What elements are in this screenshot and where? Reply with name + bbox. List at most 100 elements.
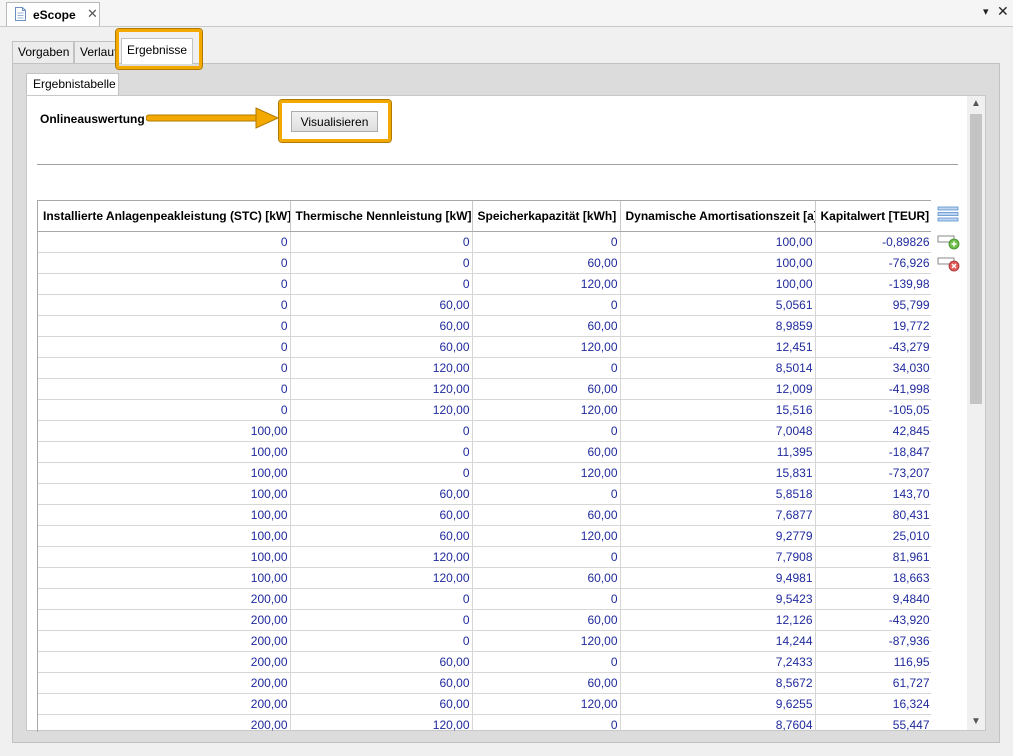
table-cell[interactable]: 7,6877 <box>620 504 816 526</box>
table-cell[interactable]: 100,00 <box>38 504 291 526</box>
table-row[interactable]: 200,00 60,00 60,00 8,5672 61,727 <box>38 672 931 694</box>
table-cell[interactable]: 42,845 <box>815 420 931 442</box>
table-cell[interactable]: 0 <box>472 294 621 316</box>
add-row-icon[interactable] <box>937 234 961 250</box>
table-cell[interactable]: 120,00 <box>472 630 621 652</box>
table-cell[interactable]: 0 <box>472 651 621 673</box>
table-cell[interactable]: 34,030 <box>815 357 931 379</box>
table-cell[interactable]: 100,00 <box>620 252 816 274</box>
table-cell[interactable]: 14,244 <box>620 630 816 652</box>
table-cell[interactable]: 120,00 <box>290 714 473 732</box>
table-cell[interactable]: 100,00 <box>38 525 291 547</box>
table-cell[interactable]: 60,00 <box>472 378 621 400</box>
table-cell[interactable]: 200,00 <box>38 630 291 652</box>
table-row[interactable]: 100,00 120,00 0 7,7908 81,961 <box>38 546 931 568</box>
column-toggle-icon[interactable] <box>937 206 959 222</box>
tab-vorgaben[interactable]: Vorgaben <box>12 41 74 63</box>
table-cell[interactable]: 120,00 <box>472 336 621 358</box>
table-cell[interactable]: 8,5672 <box>620 672 816 694</box>
table-cell[interactable]: -43,279 <box>815 336 931 358</box>
table-cell[interactable]: 9,4840 <box>815 588 931 610</box>
table-cell[interactable]: 200,00 <box>38 609 291 631</box>
table-cell[interactable]: 100,00 <box>38 462 291 484</box>
table-cell[interactable]: -0,89826 <box>815 231 931 253</box>
table-row[interactable]: 0 120,00 0 8,5014 34,030 <box>38 357 931 379</box>
table-cell[interactable]: 0 <box>290 273 473 295</box>
table-cell[interactable]: 60,00 <box>290 693 473 715</box>
document-tab[interactable]: eScope ✕ <box>6 2 100 26</box>
table-row[interactable]: 200,00 0 60,00 12,126 -43,920 <box>38 609 931 631</box>
table-cell[interactable]: 0 <box>472 714 621 732</box>
table-cell[interactable]: 9,4981 <box>620 567 816 589</box>
table-row[interactable]: 100,00 0 120,00 15,831 -73,207 <box>38 462 931 484</box>
column-header-speicherkapazitaet[interactable]: Speicherkapazität [kWh] <box>472 201 621 232</box>
table-cell[interactable]: 16,324 <box>815 693 931 715</box>
column-header-kapitalwert[interactable]: Kapitalwert [TEUR] <box>815 201 931 232</box>
table-cell[interactable]: -87,936 <box>815 630 931 652</box>
table-cell[interactable]: 95,799 <box>815 294 931 316</box>
table-cell[interactable]: 60,00 <box>472 441 621 463</box>
scroll-down-icon[interactable]: ▼ <box>967 714 985 730</box>
table-cell[interactable]: 120,00 <box>472 693 621 715</box>
table-cell[interactable]: 60,00 <box>290 651 473 673</box>
table-row[interactable]: 0 120,00 60,00 12,009 -41,998 <box>38 378 931 400</box>
table-cell[interactable]: 0 <box>290 462 473 484</box>
table-cell[interactable]: 100,00 <box>38 546 291 568</box>
table-cell[interactable]: 9,2779 <box>620 525 816 547</box>
table-cell[interactable]: 60,00 <box>472 672 621 694</box>
table-cell[interactable]: 60,00 <box>472 504 621 526</box>
table-cell[interactable]: 120,00 <box>290 399 473 421</box>
table-cell[interactable]: 60,00 <box>290 672 473 694</box>
table-row[interactable]: 0 0 0 100,00 -0,89826 <box>38 231 931 253</box>
table-cell[interactable]: 200,00 <box>38 672 291 694</box>
table-cell[interactable]: 12,126 <box>620 609 816 631</box>
table-cell[interactable]: 7,7908 <box>620 546 816 568</box>
table-cell[interactable]: 0 <box>38 294 291 316</box>
table-cell[interactable]: 81,961 <box>815 546 931 568</box>
table-cell[interactable]: 0 <box>290 231 473 253</box>
table-cell[interactable]: 12,451 <box>620 336 816 358</box>
table-cell[interactable]: 0 <box>38 357 291 379</box>
table-cell[interactable]: 60,00 <box>290 294 473 316</box>
table-cell[interactable]: 100,00 <box>38 441 291 463</box>
table-cell[interactable]: 0 <box>38 378 291 400</box>
table-cell[interactable]: 0 <box>38 273 291 295</box>
table-cell[interactable]: 0 <box>290 630 473 652</box>
table-row[interactable]: 200,00 0 120,00 14,244 -87,936 <box>38 630 931 652</box>
column-header-thermische-nennleistung[interactable]: Thermische Nennleistung [kW] <box>290 201 473 232</box>
table-cell[interactable]: 5,0561 <box>620 294 816 316</box>
table-cell[interactable]: 200,00 <box>38 714 291 732</box>
scroll-up-icon[interactable]: ▲ <box>967 96 985 112</box>
table-row[interactable]: 100,00 60,00 120,00 9,2779 25,010 <box>38 525 931 547</box>
table-cell[interactable]: -43,920 <box>815 609 931 631</box>
table-cell[interactable]: 100,00 <box>620 273 816 295</box>
remove-row-icon[interactable] <box>937 256 961 272</box>
table-cell[interactable]: 120,00 <box>472 462 621 484</box>
table-row[interactable]: 0 60,00 0 5,0561 95,799 <box>38 294 931 316</box>
table-cell[interactable]: 60,00 <box>290 525 473 547</box>
table-cell[interactable]: -41,998 <box>815 378 931 400</box>
table-cell[interactable]: 15,831 <box>620 462 816 484</box>
table-cell[interactable]: 0 <box>472 588 621 610</box>
table-row[interactable]: 200,00 0 0 9,5423 9,4840 <box>38 588 931 610</box>
table-cell[interactable]: 5,8518 <box>620 483 816 505</box>
table-cell[interactable]: 0 <box>472 420 621 442</box>
tab-ergebnistabelle[interactable]: Ergebnistabelle <box>26 73 119 95</box>
close-tab-icon[interactable]: ✕ <box>87 6 98 22</box>
table-row[interactable]: 100,00 0 60,00 11,395 -18,847 <box>38 441 931 463</box>
table-cell[interactable]: 100,00 <box>38 483 291 505</box>
table-cell[interactable]: 25,010 <box>815 525 931 547</box>
table-cell[interactable]: 0 <box>472 546 621 568</box>
table-cell[interactable]: 0 <box>472 357 621 379</box>
table-cell[interactable]: 60,00 <box>290 483 473 505</box>
table-cell[interactable]: 60,00 <box>290 315 473 337</box>
column-header-amortisationszeit[interactable]: Dynamische Amortisationszeit [a] <box>620 201 816 232</box>
table-row[interactable]: 100,00 120,00 60,00 9,4981 18,663 <box>38 567 931 589</box>
table-cell[interactable]: -105,05 <box>815 399 931 421</box>
table-cell[interactable]: 120,00 <box>472 399 621 421</box>
table-row[interactable]: 200,00 60,00 0 7,2433 116,95 <box>38 651 931 673</box>
tab-verlauf[interactable]: Verlauf <box>74 41 119 63</box>
table-cell[interactable]: 143,70 <box>815 483 931 505</box>
close-view-icon[interactable]: ✕ <box>997 3 1009 20</box>
table-cell[interactable]: 0 <box>472 483 621 505</box>
